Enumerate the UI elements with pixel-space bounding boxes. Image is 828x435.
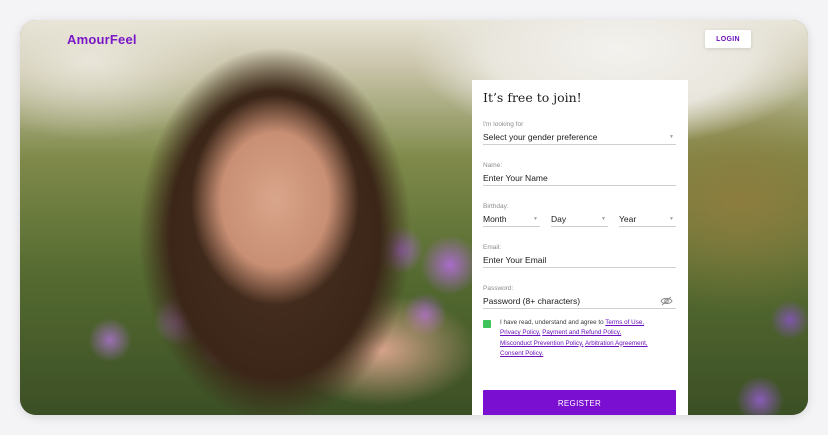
name-placeholder: Enter Your Name: [483, 173, 548, 183]
payment-refund-policy-link[interactable]: Payment and Refund Policy,: [542, 329, 621, 336]
password-input[interactable]: Password (8+ characters): [483, 294, 676, 309]
gender-preference-select[interactable]: Select your gender preference ▼: [483, 130, 676, 145]
login-button[interactable]: LOGIN: [705, 30, 751, 48]
form-title: It’s free to join!: [483, 90, 582, 105]
misconduct-prevention-policy-link[interactable]: Misconduct Prevention Policy,: [500, 340, 584, 347]
birthday-month-value: Month: [483, 214, 507, 224]
terms-text: I have read, understand and agree to Ter…: [500, 318, 680, 359]
birthday-label: Birthday:: [483, 203, 509, 210]
brand-logo[interactable]: AmourFeel: [67, 32, 137, 47]
chevron-down-icon: ▼: [669, 216, 674, 222]
birthday-year-value: Year: [619, 214, 637, 224]
eye-slash-icon[interactable]: [660, 296, 673, 306]
birthday-day-select[interactable]: Day ▼: [551, 212, 608, 227]
email-label: Email:: [483, 244, 502, 251]
terms-of-use-link[interactable]: Terms of Use,: [605, 319, 644, 326]
hero-photo: [20, 20, 808, 415]
chevron-down-icon: ▼: [533, 216, 538, 222]
birthday-day-value: Day: [551, 214, 567, 224]
arbitration-agreement-link[interactable]: Arbitration Agreement,: [585, 340, 648, 347]
birthday-month-select[interactable]: Month ▼: [483, 212, 540, 227]
email-placeholder: Enter Your Email: [483, 255, 547, 265]
name-label: Name:: [483, 162, 503, 169]
password-placeholder: Password (8+ characters): [483, 296, 581, 306]
birthday-year-select[interactable]: Year ▼: [619, 212, 676, 227]
registration-card: It’s free to join! I'm looking for Selec…: [472, 80, 688, 415]
looking-for-label: I'm looking for: [483, 121, 524, 128]
terms-prefix: I have read, understand and agree to: [500, 319, 606, 326]
gender-preference-value: Select your gender preference: [483, 132, 598, 142]
password-label: Password:: [483, 285, 514, 292]
consent-policy-link[interactable]: Consent Policy.: [500, 350, 543, 357]
register-button[interactable]: REGISTER: [483, 390, 676, 415]
terms-checkbox[interactable]: [483, 320, 491, 328]
name-input[interactable]: Enter Your Name: [483, 171, 676, 186]
chevron-down-icon: ▼: [669, 134, 674, 140]
privacy-policy-link[interactable]: Privacy Policy,: [500, 329, 540, 336]
chevron-down-icon: ▼: [601, 216, 606, 222]
page-frame: AmourFeel LOGIN It’s free to join! I'm l…: [20, 20, 808, 415]
email-input[interactable]: Enter Your Email: [483, 253, 676, 268]
